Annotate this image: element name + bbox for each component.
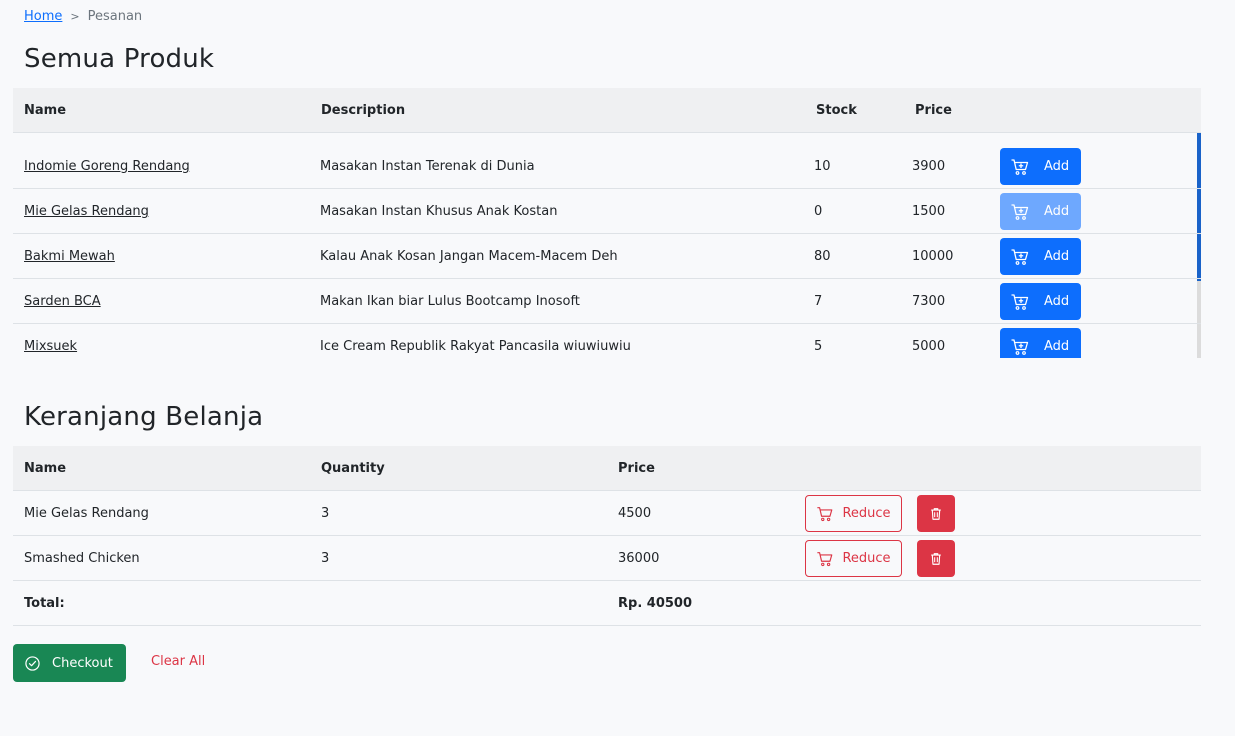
cart-total-row: Total: Rp. 40500 xyxy=(13,581,1201,626)
product-price: 7300 xyxy=(912,293,946,309)
cart-item-price: 36000 xyxy=(618,550,660,566)
trash-icon xyxy=(931,552,941,565)
product-description: Masakan Instan Khusus Anak Kostan xyxy=(320,203,558,219)
reduce-button[interactable]: Reduce xyxy=(805,495,902,532)
reduce-label: Reduce xyxy=(842,506,891,521)
add-to-cart-button[interactable]: Add xyxy=(1000,238,1081,275)
product-stock: 5 xyxy=(814,338,823,354)
total-label: Total: xyxy=(24,595,65,611)
product-stock: 7 xyxy=(814,293,823,309)
total-value: Rp. 40500 xyxy=(618,595,693,611)
table-row: Sarden BCA Makan Ikan biar Lulus Bootcam… xyxy=(13,279,1201,324)
cart-plus-icon xyxy=(1011,338,1029,355)
cart-table-body: Mie Gelas Rendang 3 4500 Reduce Smashed … xyxy=(13,491,1201,581)
product-price: 3900 xyxy=(912,158,946,174)
add-label: Add xyxy=(1044,339,1070,354)
reduce-label: Reduce xyxy=(842,551,891,566)
add-label: Add xyxy=(1044,204,1070,219)
header-name: Name xyxy=(24,102,67,118)
header-stock: Stock xyxy=(816,102,857,118)
reduce-button[interactable]: Reduce xyxy=(805,540,902,577)
cart-icon xyxy=(817,506,833,521)
cart-plus-icon xyxy=(1011,158,1029,175)
add-to-cart-button[interactable]: Add xyxy=(1000,193,1081,230)
product-description: Makan Ikan biar Lulus Bootcamp Inosoft xyxy=(320,293,580,309)
trash-icon xyxy=(931,507,941,520)
breadcrumb-current: Pesanan xyxy=(87,9,143,24)
product-name-link[interactable]: Indomie Goreng Rendang xyxy=(24,159,190,174)
breadcrumb: Home > Pesanan xyxy=(24,9,142,24)
cart-row: Smashed Chicken 3 36000 Reduce xyxy=(13,536,1201,581)
cart-table-header: Name Quantity Price xyxy=(13,446,1201,491)
table-row: Indomie Goreng Rendang Masakan Instan Te… xyxy=(13,144,1201,189)
product-description: Kalau Anak Kosan Jangan Macem-Macem Deh xyxy=(320,248,618,264)
add-label: Add xyxy=(1044,159,1070,174)
product-price: 5000 xyxy=(912,338,946,354)
table-row: Mie Gelas Rendang Masakan Instan Khusus … xyxy=(13,189,1201,234)
add-label: Add xyxy=(1044,249,1070,264)
add-to-cart-button[interactable]: Add xyxy=(1000,328,1081,358)
product-name-link[interactable]: Mie Gelas Rendang xyxy=(24,204,149,219)
product-name-link[interactable]: Sarden BCA xyxy=(24,294,101,309)
cart-item-name: Smashed Chicken xyxy=(24,550,140,566)
product-name-link[interactable]: Bakmi Mewah xyxy=(24,249,115,264)
add-to-cart-button[interactable]: Add xyxy=(1000,283,1081,320)
table-row: Bakmi Mewah Kalau Anak Kosan Jangan Mace… xyxy=(13,234,1201,279)
product-name-link[interactable]: Mixsuek xyxy=(24,339,77,354)
checkout-label: Checkout xyxy=(52,655,113,671)
cart-title: Keranjang Belanja xyxy=(24,402,264,432)
header-description: Description xyxy=(321,102,406,118)
cart-item-name: Mie Gelas Rendang xyxy=(24,505,149,521)
product-price: 1500 xyxy=(912,203,946,219)
clear-all-button[interactable]: Clear All xyxy=(151,654,205,669)
header-price: Price xyxy=(915,102,952,118)
cart-plus-icon xyxy=(1011,248,1029,265)
cart-plus-icon xyxy=(1011,203,1029,220)
cart-icon xyxy=(817,551,833,566)
product-description: Masakan Instan Terenak di Dunia xyxy=(320,158,535,174)
products-table-body[interactable]: Indomie Goreng Rendang Masakan Instan Te… xyxy=(13,133,1201,358)
product-stock: 80 xyxy=(814,248,831,264)
check-circle-icon xyxy=(25,655,40,671)
breadcrumb-separator: > xyxy=(70,10,80,23)
table-row: Mixsuek Ice Cream Republik Rakyat Pancas… xyxy=(13,324,1201,358)
cart-table: Name Quantity Price Mie Gelas Rendang 3 … xyxy=(13,446,1201,626)
products-title: Semua Produk xyxy=(24,44,215,74)
cart-item-quantity: 3 xyxy=(321,505,330,521)
product-description: Ice Cream Republik Rakyat Pancasila wiuw… xyxy=(320,338,631,354)
cart-item-quantity: 3 xyxy=(321,550,330,566)
cart-header-quantity: Quantity xyxy=(321,460,385,476)
add-to-cart-button[interactable]: Add xyxy=(1000,148,1081,185)
cart-header-name: Name xyxy=(24,460,67,476)
cart-item-price: 4500 xyxy=(618,505,652,521)
cart-row: Mie Gelas Rendang 3 4500 Reduce xyxy=(13,491,1201,536)
product-stock: 0 xyxy=(814,203,823,219)
delete-button[interactable] xyxy=(917,495,955,532)
delete-button[interactable] xyxy=(917,540,955,577)
products-table: Name Description Stock Price Indomie Gor… xyxy=(13,88,1201,358)
add-label: Add xyxy=(1044,294,1070,309)
product-price: 10000 xyxy=(912,248,954,264)
breadcrumb-home-link[interactable]: Home xyxy=(24,9,62,24)
cart-header-price: Price xyxy=(618,460,655,476)
product-stock: 10 xyxy=(814,158,831,174)
products-table-header: Name Description Stock Price xyxy=(13,88,1201,133)
cart-plus-icon xyxy=(1011,293,1029,310)
checkout-button[interactable]: Checkout xyxy=(13,644,126,682)
